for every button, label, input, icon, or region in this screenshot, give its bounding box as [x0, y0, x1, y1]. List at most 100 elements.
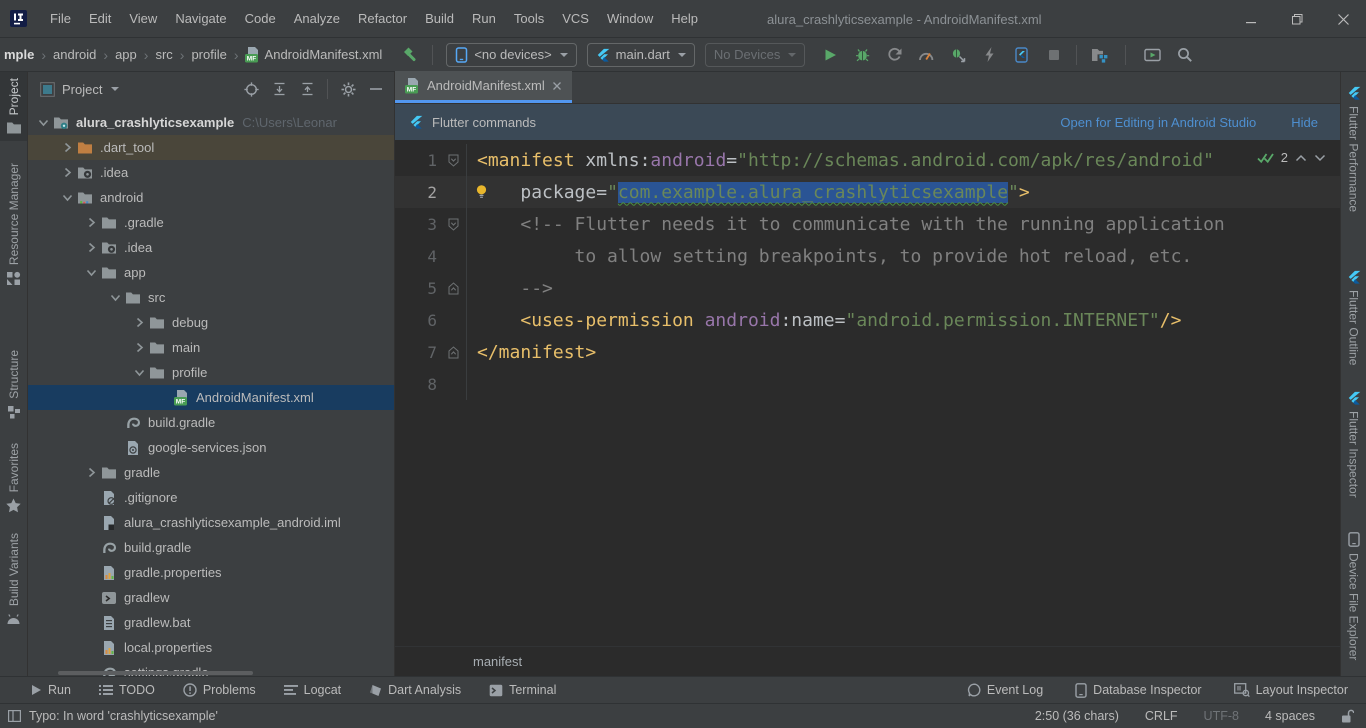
breadcrumb-file[interactable]: MF AndroidManifest.xml — [244, 47, 383, 63]
menu-run[interactable]: Run — [463, 7, 505, 30]
toolwindow-event-log[interactable]: Event Log — [967, 683, 1043, 697]
chevron-right-icon[interactable] — [86, 217, 97, 228]
gear-button[interactable] — [336, 77, 360, 101]
menu-window[interactable]: Window — [598, 7, 662, 30]
toolwindow-terminal[interactable]: Terminal — [489, 683, 556, 697]
expand-all-button[interactable] — [267, 77, 291, 101]
tree-item-gradlew[interactable]: gradlew — [28, 585, 394, 610]
minimize-button[interactable] — [1228, 0, 1274, 38]
tree-item-gradlew-bat[interactable]: gradlew.bat — [28, 610, 394, 635]
tree-item-profile[interactable]: profile — [28, 360, 394, 385]
apply-changes-button[interactable] — [976, 42, 1004, 68]
flutter-attach-button[interactable] — [1008, 42, 1036, 68]
search-everywhere-button[interactable] — [1170, 42, 1198, 68]
horizontal-scrollbar[interactable] — [58, 671, 253, 675]
tree-item--gradle[interactable]: .gradle — [28, 210, 394, 235]
tab-androidmanifest[interactable]: MF AndroidManifest.xml — [395, 71, 572, 103]
tree-item-app[interactable]: app — [28, 260, 394, 285]
tree-item--gitignore[interactable]: .gitignore — [28, 485, 394, 510]
chevron-right-icon[interactable] — [134, 342, 145, 353]
debug-button[interactable] — [848, 42, 876, 68]
stripe-resource-manager[interactable]: Resource Manager — [6, 157, 21, 292]
chevron-down-icon[interactable] — [110, 292, 121, 303]
tree-item-android[interactable]: android — [28, 185, 394, 210]
tree-item-alura-crashlyticsexample[interactable]: alura_crashlyticsexampleC:\Users\Leonar — [28, 110, 394, 135]
hide-button[interactable] — [364, 77, 388, 101]
toolwindow-run[interactable]: Run — [30, 683, 71, 697]
menu-navigate[interactable]: Navigate — [166, 7, 235, 30]
profile-button[interactable] — [880, 42, 908, 68]
menu-code[interactable]: Code — [236, 7, 285, 30]
close-tab-icon[interactable] — [552, 81, 562, 91]
breadcrumb-manifest[interactable]: manifest — [473, 654, 522, 669]
menu-analyze[interactable]: Analyze — [285, 7, 349, 30]
toolwindow-database-inspector[interactable]: Database Inspector — [1075, 683, 1201, 698]
run-config-selector[interactable]: main.dart — [587, 43, 695, 67]
device-manager-button[interactable] — [1138, 42, 1166, 68]
tree-item-debug[interactable]: debug — [28, 310, 394, 335]
menu-help[interactable]: Help — [662, 7, 707, 30]
device-selector[interactable]: <no devices> — [446, 43, 576, 67]
chevron-right-icon[interactable] — [86, 242, 97, 253]
toolwindow-layout-inspector[interactable]: Layout Inspector — [1234, 683, 1348, 697]
chevron-down-icon[interactable] — [134, 367, 145, 378]
tree-item-gradle-properties[interactable]: gradle.properties — [28, 560, 394, 585]
menu-file[interactable]: File — [41, 7, 80, 30]
menu-view[interactable]: View — [120, 7, 166, 30]
stop-button[interactable] — [1040, 42, 1068, 68]
menu-edit[interactable]: Edit — [80, 7, 120, 30]
toolwindow-todo[interactable]: TODO — [99, 683, 155, 697]
caret-position[interactable]: 2:50 (36 chars) — [1035, 709, 1119, 723]
tree-item-src[interactable]: src — [28, 285, 394, 310]
tree-item-build-gradle[interactable]: build.gradle — [28, 535, 394, 560]
maximize-button[interactable] — [1274, 0, 1320, 38]
breadcrumb-src[interactable]: src — [153, 47, 174, 62]
project-structure-button[interactable] — [1085, 42, 1113, 68]
build-hammer-button[interactable] — [396, 42, 424, 68]
breadcrumb-app[interactable]: app — [113, 47, 139, 62]
collapse-all-button[interactable] — [295, 77, 319, 101]
lightbulb-icon[interactable] — [475, 184, 488, 199]
chevron-down-icon[interactable] — [62, 192, 73, 203]
code-area[interactable]: 2 1<manifest xmlns:android="http://schem… — [395, 140, 1340, 646]
tree-item--dart-tool[interactable]: .dart_tool — [28, 135, 394, 160]
stripe-flutter-performance[interactable]: Flutter Performance — [1347, 80, 1361, 218]
toolwindow-problems[interactable]: Problems — [183, 683, 256, 697]
breadcrumb-android[interactable]: android — [51, 47, 98, 62]
tool-window-toggle-icon[interactable] — [8, 710, 21, 722]
stripe-device-file-explorer[interactable]: Device File Explorer — [1347, 526, 1361, 666]
attach-debugger-button[interactable] — [944, 42, 972, 68]
tree-item-androidmanifest-xml[interactable]: MFAndroidManifest.xml — [28, 385, 394, 410]
chevron-right-icon[interactable] — [134, 317, 145, 328]
fold-start-icon[interactable] — [448, 154, 459, 167]
close-button[interactable] — [1320, 0, 1366, 38]
fold-end-icon[interactable] — [448, 282, 459, 295]
stripe-project[interactable]: Project — [0, 72, 27, 141]
menu-tools[interactable]: Tools — [505, 7, 553, 30]
menu-refactor[interactable]: Refactor — [349, 7, 416, 30]
flutter-device-selector[interactable]: No Devices — [705, 43, 805, 67]
stripe-build-variants[interactable]: Build Variants — [6, 527, 21, 630]
tree-item--idea[interactable]: .idea — [28, 235, 394, 260]
stripe-structure[interactable]: Structure — [7, 344, 21, 425]
run-button[interactable] — [816, 42, 844, 68]
stripe-flutter-outline[interactable]: Flutter Outline — [1347, 264, 1361, 371]
tree-item-alura-crashlyticsexample-android-iml[interactable]: alura_crashlyticsexample_android.iml — [28, 510, 394, 535]
fold-end-icon[interactable] — [448, 346, 459, 359]
tree-item-local-properties[interactable]: local.properties — [28, 635, 394, 660]
toolwindow-dart-analysis[interactable]: Dart Analysis — [369, 683, 461, 697]
chevron-down-icon[interactable] — [86, 267, 97, 278]
menu-build[interactable]: Build — [416, 7, 463, 30]
line-ending[interactable]: CRLF — [1145, 709, 1178, 723]
file-encoding[interactable]: UTF-8 — [1204, 709, 1239, 723]
chevron-down-icon[interactable] — [38, 117, 49, 128]
chevron-right-icon[interactable] — [62, 142, 73, 153]
open-in-android-studio-link[interactable]: Open for Editing in Android Studio — [1060, 115, 1256, 130]
tree-item-gradle[interactable]: gradle — [28, 460, 394, 485]
project-panel-title[interactable]: Project — [40, 82, 119, 97]
stripe-favorites[interactable]: Favorites — [6, 437, 21, 519]
tree-item-build-gradle[interactable]: build.gradle — [28, 410, 394, 435]
tree-item-main[interactable]: main — [28, 335, 394, 360]
toolwindow-logcat[interactable]: Logcat — [284, 683, 342, 697]
menu-vcs[interactable]: VCS — [553, 7, 598, 30]
